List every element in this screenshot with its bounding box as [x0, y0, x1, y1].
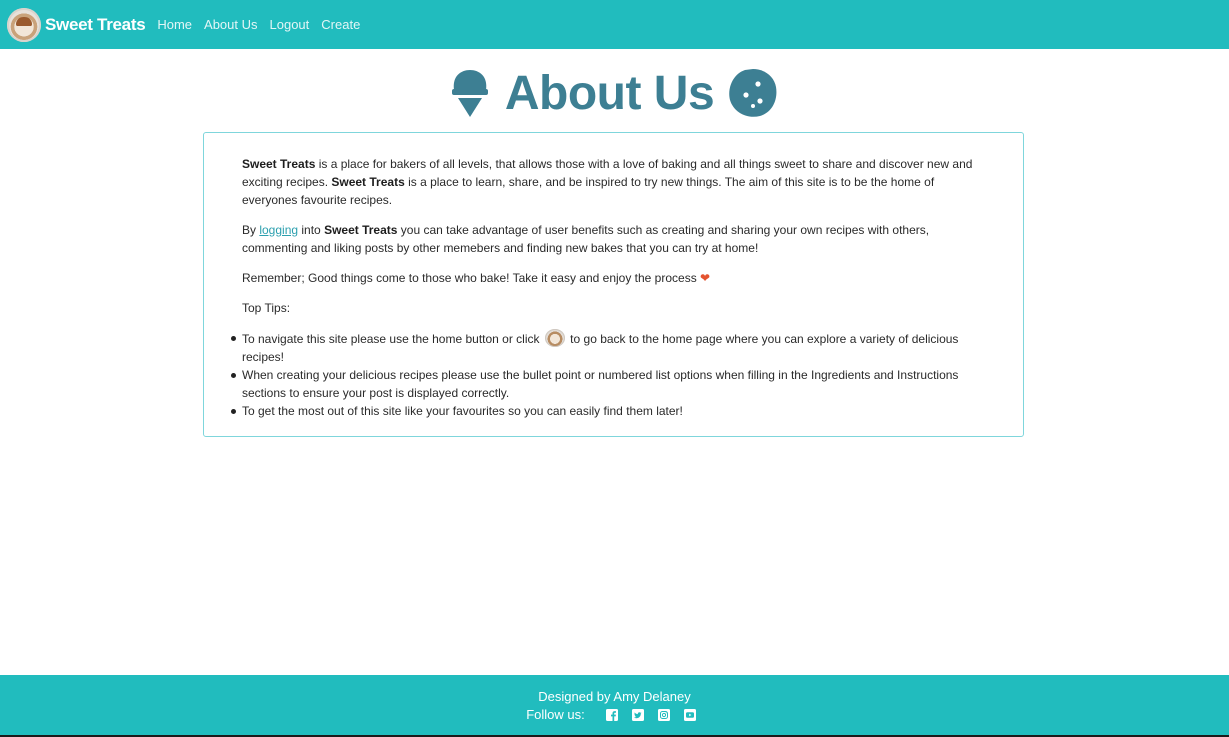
brand-text: Sweet Treats: [324, 223, 398, 237]
youtube-icon[interactable]: [683, 708, 696, 721]
tip-text: To navigate this site please use the hom…: [242, 332, 543, 346]
tip-item: To navigate this site please use the hom…: [231, 329, 977, 366]
follow-label: Follow us:: [526, 707, 585, 722]
tip-text: When creating your delicious recipes ple…: [242, 368, 959, 400]
nav-link-create[interactable]: Create: [321, 17, 360, 32]
cupcake-logo-icon: [7, 7, 41, 42]
nav-link-about-us[interactable]: About Us: [204, 17, 257, 32]
about-paragraph-3: Remember; Good things come to those who …: [242, 269, 977, 287]
tip-item: When creating your delicious recipes ple…: [231, 366, 977, 402]
tip-text: To get the most out of this site like yo…: [242, 404, 683, 418]
about-paragraph-2: By logging into Sweet Treats you can tak…: [242, 221, 977, 257]
nav-link-logout[interactable]: Logout: [270, 17, 310, 32]
nav-links: Home About Us Logout Create: [157, 17, 372, 32]
footer-follow: Follow us:: [0, 707, 1229, 722]
paragraph-text: By: [242, 223, 260, 237]
login-link[interactable]: logging: [259, 223, 298, 237]
about-card-body: Sweet Treats is a place for bakers of al…: [231, 155, 977, 420]
brand-home-link[interactable]: Sweet Treats: [7, 7, 146, 42]
nav-link-home[interactable]: Home: [157, 17, 192, 32]
page-title: About Us: [504, 66, 715, 120]
twitter-icon[interactable]: [631, 708, 644, 721]
tips-label: Top Tips:: [242, 301, 291, 315]
heart-icon: ❤: [700, 271, 711, 285]
cupcake-home-icon[interactable]: [544, 329, 565, 347]
tips-list: To navigate this site please use the hom…: [231, 329, 977, 420]
brand-text: Sweet Treats: [331, 175, 405, 189]
footer: Designed by Amy Delaney Follow us:: [0, 675, 1229, 737]
about-paragraph-1: Sweet Treats is a place for bakers of al…: [242, 155, 977, 209]
cookie-icon: [728, 68, 778, 118]
ice-cream-icon: [451, 68, 489, 118]
brand-name: Sweet Treats: [45, 14, 146, 34]
about-card: Sweet Treats is a place for bakers of al…: [203, 132, 1024, 437]
footer-credit: Designed by Amy Delaney: [538, 689, 691, 704]
paragraph-text: Remember; Good things come to those who …: [242, 271, 701, 285]
tip-item: To get the most out of this site like yo…: [231, 402, 977, 420]
navbar: Sweet Treats Home About Us Logout Create: [0, 0, 1229, 49]
paragraph-text: into: [298, 223, 325, 237]
instagram-icon[interactable]: [657, 708, 670, 721]
brand-text: Sweet Treats: [242, 157, 316, 171]
page-heading: About Us: [0, 62, 1229, 124]
facebook-icon[interactable]: [605, 708, 618, 721]
